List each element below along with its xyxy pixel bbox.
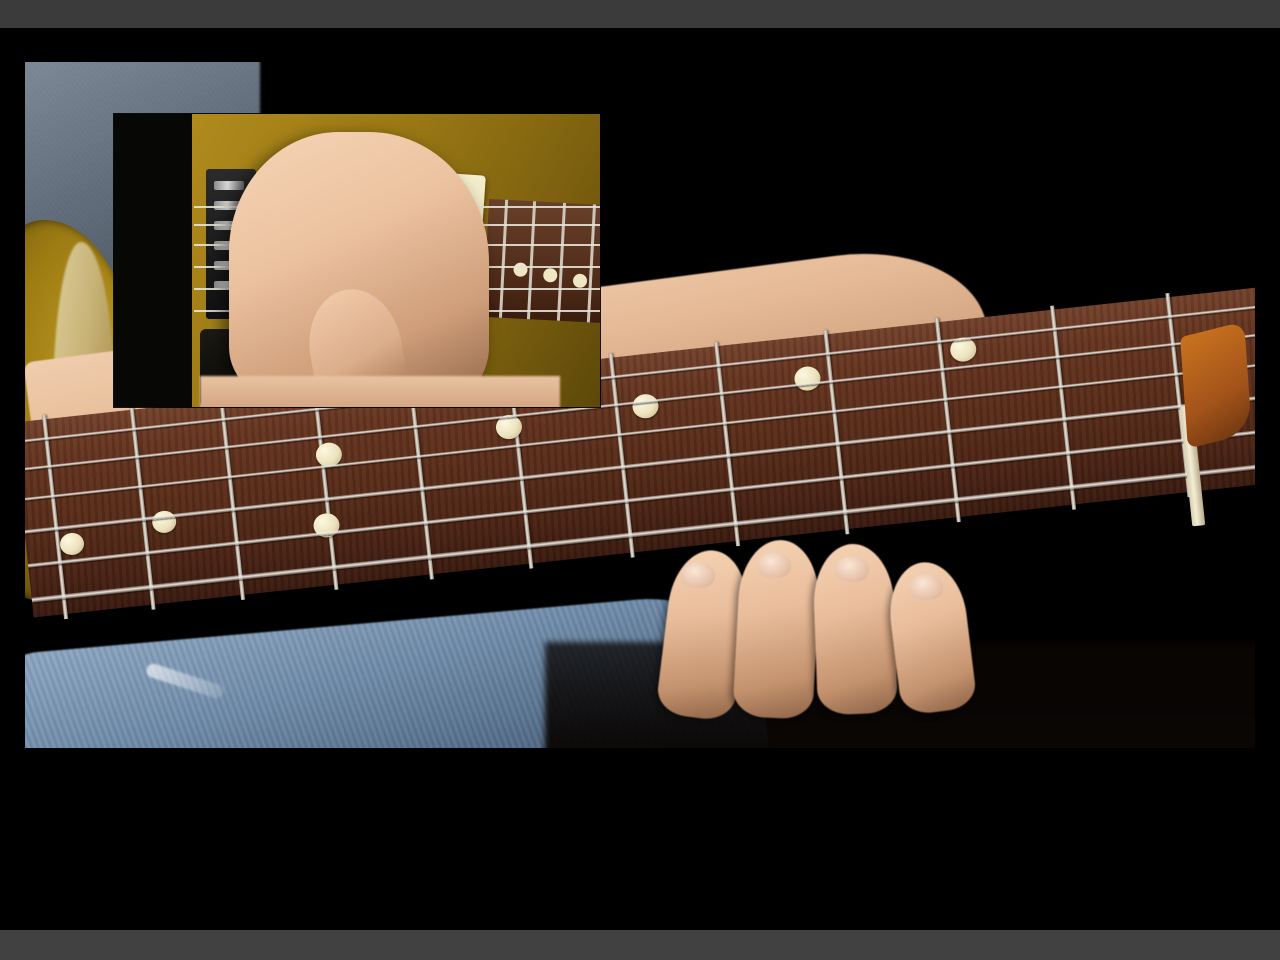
video-surface[interactable] [25,62,1255,748]
video-player-app: 2:56 / 6:28 [0,0,1280,960]
top-chrome-bar [0,0,1280,28]
fretting-hand [655,538,1085,748]
pip-fret [498,199,509,318]
fingernail [757,552,791,578]
pip-background-dark [114,114,200,407]
pip-fret [586,204,597,323]
pip-inlay [572,273,588,289]
fingernail [909,574,943,600]
pip-forearm [200,376,560,407]
pip-fret [526,201,537,320]
fingernail [681,562,715,588]
pip-inlay [542,267,558,283]
pip-inlay [513,262,528,278]
player-controls: 2:56 / 6:28 [0,748,1280,930]
picture-in-picture-overlay[interactable] [114,114,600,407]
fingernail [835,556,869,582]
pip-neck [482,198,600,324]
pip-fret [556,202,567,321]
bottom-chrome-bar [0,930,1280,960]
